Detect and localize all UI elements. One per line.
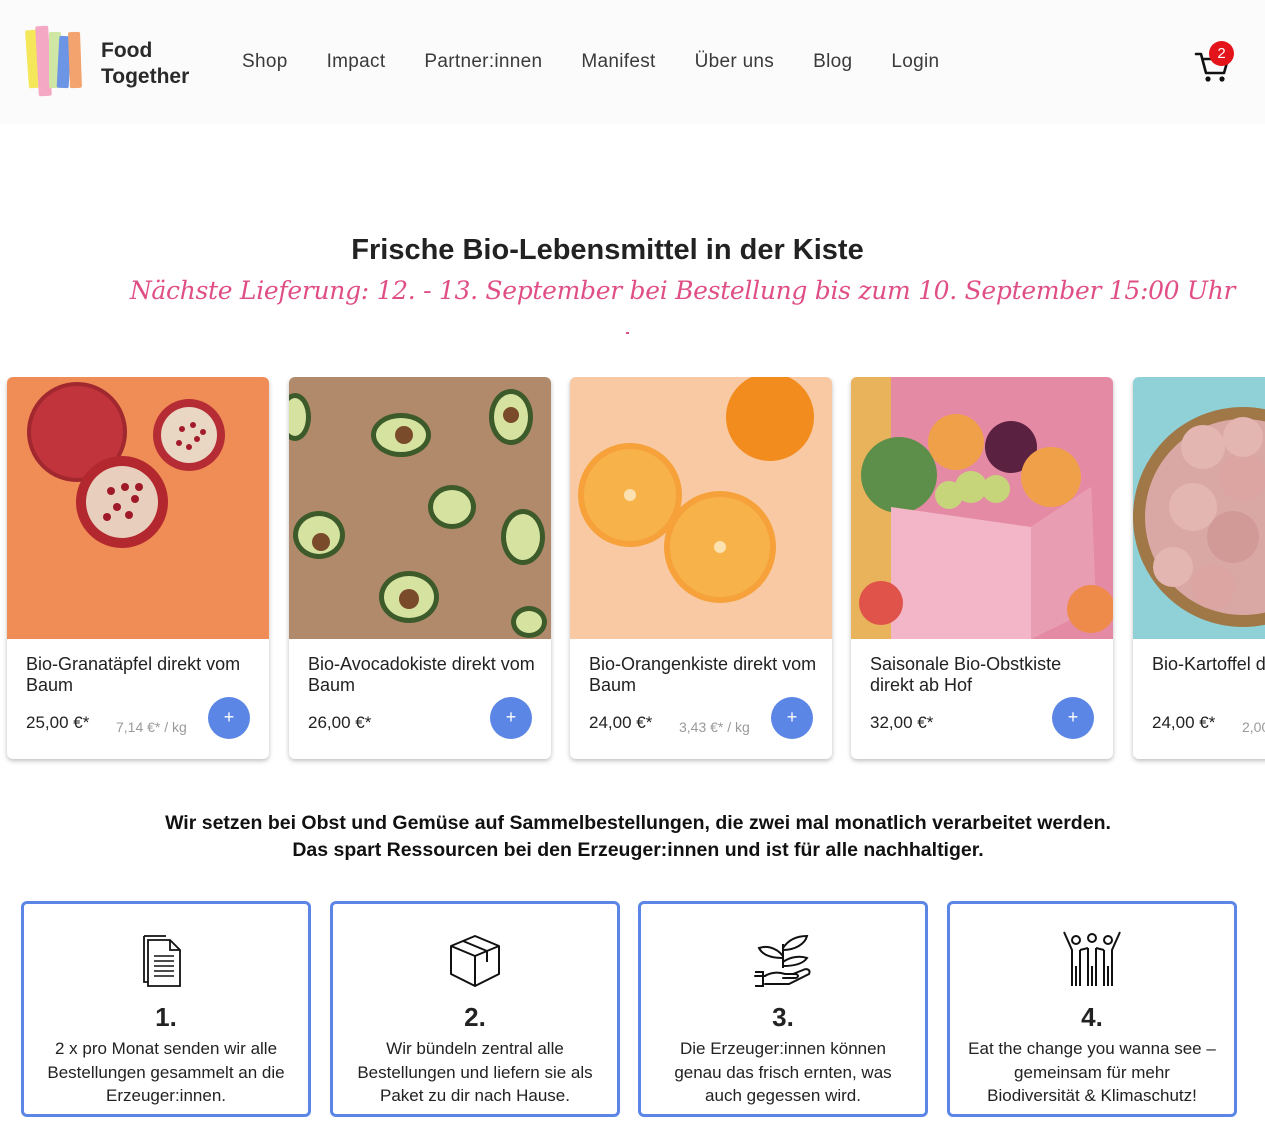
product-carousel: Bio-Granatäpfel direkt vom Baum 25,00 €*… xyxy=(0,377,1265,777)
nav-blog[interactable]: Blog xyxy=(813,51,852,73)
product-image-avocado xyxy=(289,377,551,639)
logo-mark xyxy=(24,24,94,100)
step-text: Eat the change you wanna see – gemeinsam… xyxy=(968,1039,1216,1105)
brand-name-line1: Food xyxy=(101,39,153,62)
product-card[interactable]: Bio-Kartoffel direkt ab Hof 24,00 €* 2,0… xyxy=(1133,377,1265,759)
product-title[interactable]: Bio-Kartoffel direkt ab Hof xyxy=(1152,654,1265,675)
nav-ueber-uns[interactable]: Über uns xyxy=(695,51,775,73)
product-image-potatoes xyxy=(1133,377,1265,639)
add-to-cart-button[interactable]: + xyxy=(208,697,250,739)
step-number: 4. xyxy=(1081,1002,1103,1032)
step-card-2: 2. Wir bündeln zentral alle Bestellungen… xyxy=(330,901,620,1117)
step-card-3: 3. Die Erzeuger:innen können genau das f… xyxy=(638,901,928,1117)
nav-shop[interactable]: Shop xyxy=(242,51,288,73)
step-card-4: 4. Eat the change you wanna see – gemein… xyxy=(947,901,1237,1117)
product-price: 24,00 €* xyxy=(589,713,653,732)
step-text: Die Erzeuger:innen können genau das fris… xyxy=(674,1039,892,1105)
nav-impact[interactable]: Impact xyxy=(327,51,386,73)
add-to-cart-button[interactable]: + xyxy=(490,697,532,739)
cart-count-badge: 2 xyxy=(1209,41,1234,66)
sammelbestellung-info: Wir setzen bei Obst und Gemüse auf Samme… xyxy=(0,810,1265,864)
product-price: 32,00 €* xyxy=(870,713,934,732)
info-line-1: Wir setzen bei Obst und Gemüse auf Samme… xyxy=(165,812,1111,834)
product-card[interactable]: Bio-Granatäpfel direkt vom Baum 25,00 €*… xyxy=(7,377,269,759)
nav-login[interactable]: Login xyxy=(891,51,939,73)
product-card[interactable]: Bio-Avocadokiste direkt vom Baum 26,00 €… xyxy=(289,377,551,759)
brand-name: Food Together xyxy=(101,38,189,90)
step-number: 2. xyxy=(464,1002,486,1032)
product-unit-price: 3,43 €* / kg xyxy=(679,719,750,735)
product-title[interactable]: Bio-Granatäpfel direkt vom Baum xyxy=(26,654,256,696)
logo[interactable]: Food Together xyxy=(24,24,214,102)
page-title: Frische Bio-Lebensmittel in der Kiste xyxy=(351,234,864,266)
slider-indicator xyxy=(626,332,629,334)
product-title[interactable]: Bio-Orangenkiste direkt vom Baum xyxy=(589,654,819,696)
plant-in-hand-icon xyxy=(754,934,811,987)
box-icon xyxy=(450,935,500,987)
step-card-1: 1. 2 x pro Monat senden wir alle Bestell… xyxy=(21,901,311,1117)
product-unit-price: 7,14 €* / kg xyxy=(116,719,187,735)
product-card[interactable]: Saisonale Bio-Obstkiste direkt ab Hof 32… xyxy=(851,377,1113,759)
product-price: 25,00 €* xyxy=(26,713,90,732)
brand-name-line2: Together xyxy=(101,65,190,88)
add-to-cart-button[interactable]: + xyxy=(1052,697,1094,739)
site-header: Food Together Shop Impact Partner:innen … xyxy=(0,0,1265,124)
step-text: 2 x pro Monat senden wir alle Bestellung… xyxy=(47,1039,285,1105)
step-number: 3. xyxy=(772,1002,794,1032)
step-number: 1. xyxy=(155,1002,177,1032)
info-line-2: Das spart Ressourcen bei den Erzeuger:in… xyxy=(292,839,984,861)
product-image-pomegranate xyxy=(7,377,269,639)
next-delivery-notice: Nächste Lieferung: 12. - 13. September b… xyxy=(129,276,1236,305)
product-title[interactable]: Bio-Avocadokiste direkt vom Baum xyxy=(308,654,538,696)
product-image-fruit-box xyxy=(851,377,1113,639)
product-unit-price: 2,00 xyxy=(1242,719,1265,735)
product-price: 26,00 €* xyxy=(308,713,372,732)
add-to-cart-button[interactable]: + xyxy=(771,697,813,739)
nav-manifest[interactable]: Manifest xyxy=(581,51,655,73)
nav-partnerinnen[interactable]: Partner:innen xyxy=(424,51,542,73)
documents-icon xyxy=(143,935,181,987)
product-image-orange xyxy=(570,377,832,639)
people-icon xyxy=(1063,931,1121,986)
product-card[interactable]: Bio-Orangenkiste direkt vom Baum 24,00 €… xyxy=(570,377,832,759)
main-nav: Shop Impact Partner:innen Manifest Über … xyxy=(242,51,978,73)
product-title[interactable]: Saisonale Bio-Obstkiste direkt ab Hof xyxy=(870,654,1100,696)
step-text: Wir bündeln zentral alle Bestellungen un… xyxy=(357,1039,593,1105)
product-price: 24,00 €* xyxy=(1152,713,1216,732)
